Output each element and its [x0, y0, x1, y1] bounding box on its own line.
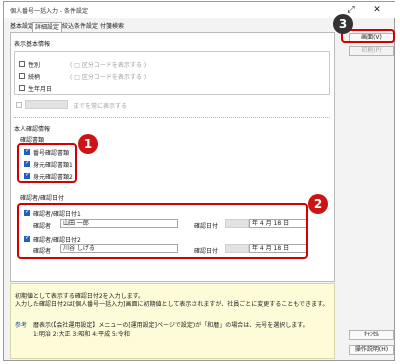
- display-basic-group: 性別 ( □ 区分コードを表示する ) 続柄 ( □ 区分コードを表示する ) …: [14, 51, 330, 95]
- gender-label: 性別: [28, 62, 41, 69]
- relationship-code-option: ( □ 区分コードを表示する ): [70, 74, 147, 81]
- info-ref-line1: 暦表示(【会社運用設定】メニューの[運用設定]ページで設定)が「和暦」の場合は、…: [33, 322, 309, 329]
- close-icon[interactable]: ✕: [368, 4, 386, 16]
- info-panel: 初期値として表示する確認日付2を入力します。 入力した確認日付2は[個人番号一括…: [10, 283, 335, 359]
- manual-button[interactable]: 操作説明(H): [349, 345, 394, 355]
- callout-2: 2: [308, 194, 328, 214]
- birthdate-checkbox[interactable]: [19, 85, 25, 91]
- info-line2: 入力した確認日付2は[個人番号一括入力]画面に初期値として表示されますが、社員ご…: [15, 301, 329, 308]
- tab-filter-settings[interactable]: 絞込条件設定: [60, 22, 100, 32]
- display-basic-heading: 表示基本情報: [14, 41, 51, 48]
- info-ref-line2: 1:明治 2:大正 3:昭和 4:平成 5:令和: [33, 331, 130, 338]
- birthdate-label: 生年月日: [28, 86, 53, 93]
- confirmer-heading: 確認者/確認日付: [20, 195, 65, 202]
- highlight-confirmers: [17, 203, 308, 259]
- gender-code-option: ( □ 区分コードを表示する ): [70, 62, 147, 69]
- callout-3: 3: [333, 14, 353, 34]
- tab-sticky-search[interactable]: 付箋検索: [98, 22, 126, 32]
- identity-heading: 本人確認情報: [14, 126, 51, 133]
- always-show-checkbox[interactable]: [16, 102, 22, 108]
- cancel-button[interactable]: ｷｬﾝｾﾙ: [349, 330, 394, 340]
- always-show-label: までを常に表示する: [73, 103, 128, 110]
- relationship-checkbox[interactable]: [19, 73, 25, 79]
- gender-checkbox[interactable]: [19, 61, 25, 67]
- callout-1: 1: [78, 134, 98, 154]
- print-button[interactable]: 印刷(P): [349, 46, 394, 56]
- info-ref-label: 参考: [15, 322, 28, 329]
- highlight-docs: [17, 143, 77, 183]
- always-show-select[interactable]: [25, 100, 68, 109]
- relationship-label: 続柄: [28, 74, 41, 81]
- divider: [14, 117, 330, 118]
- window-title: 個人番号一括入力 - 条件設定: [10, 8, 88, 15]
- info-line1: 初期値として表示する確認日付2を入力します。: [15, 293, 145, 300]
- tab-detail-settings[interactable]: 詳細設定: [32, 22, 63, 32]
